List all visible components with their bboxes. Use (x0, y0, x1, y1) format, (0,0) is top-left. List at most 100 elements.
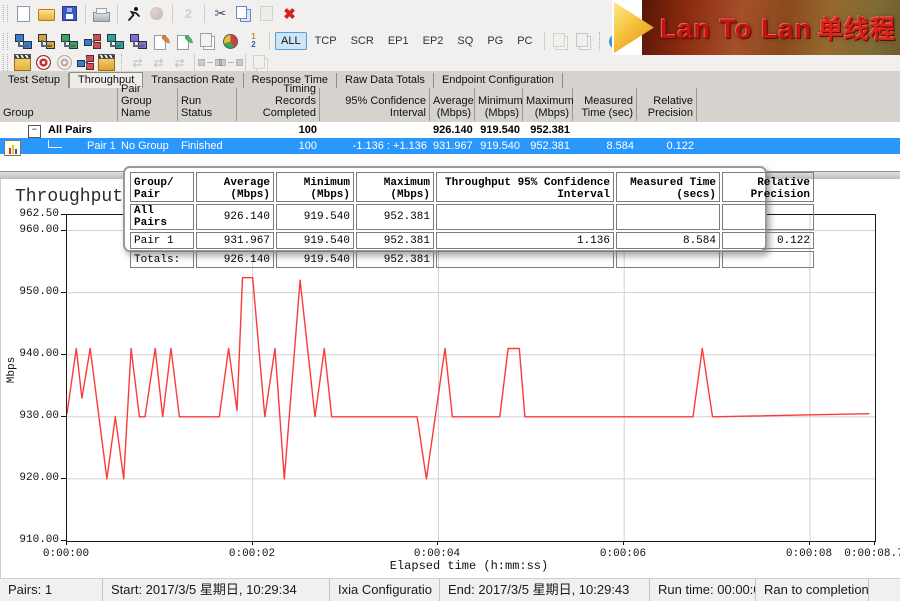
protocol-filter-ep2[interactable]: EP2 (417, 32, 450, 50)
protocol-filter-tcp[interactable]: TCP (309, 32, 343, 50)
column-header-run-status[interactable]: Run Status (178, 88, 237, 121)
expand-collapse-icon[interactable]: − (28, 125, 41, 138)
column-header-group[interactable]: Group (0, 88, 118, 121)
add-voip-pair-icon[interactable] (36, 31, 57, 52)
popup-cell: 926.140 (196, 251, 274, 268)
cut-icon[interactable]: ✂ (210, 3, 231, 24)
new-console-icon[interactable] (13, 54, 32, 71)
y-tick-label: 930.00 (7, 410, 59, 422)
grid-row-all-pairs[interactable]: −All Pairs100926.140919.540952.381 (0, 122, 900, 138)
open-test-icon[interactable] (36, 3, 57, 24)
tab-raw-data-totals[interactable]: Raw Data Totals (337, 73, 434, 88)
popup-cell: 919.540 (276, 204, 354, 230)
add-pair-icon[interactable] (13, 31, 34, 52)
abort-run-icon[interactable]: ✖ (279, 3, 300, 24)
status-segment-4: Run time: 00:00:09 (650, 579, 756, 601)
y-tick-label: 910.00 (7, 534, 59, 546)
chart-options-icon[interactable] (220, 31, 241, 52)
y-tick-mark (61, 230, 66, 231)
dial-pair-icon[interactable] (34, 54, 53, 71)
popup-table: Group/ PairAverage (Mbps)Minimum (Mbps)M… (128, 170, 816, 270)
popup-cell: 0.122 (722, 232, 814, 249)
column-header-relative[interactable]: Relative Precision (637, 88, 697, 121)
protocol-filter-all[interactable]: ALL (275, 32, 307, 50)
x-tick-mark (437, 541, 438, 545)
popup-cell: 8.584 (616, 232, 720, 249)
grid-header: GroupPair Group NameRun StatusTiming Rec… (0, 88, 900, 123)
one-to-two-icon[interactable]: 12 (243, 31, 264, 52)
y-tick-label: 950.00 (7, 286, 59, 298)
column-header-minimum[interactable]: Minimum (Mbps) (475, 88, 523, 121)
tree-elbow-icon (48, 140, 62, 148)
column-header-measured[interactable]: Measured Time (sec) (573, 88, 637, 121)
print-icon[interactable] (91, 3, 112, 24)
column-header-timing-records[interactable]: Timing Records Completed (237, 88, 320, 121)
lock-config-icon (251, 54, 270, 71)
run-test-icon[interactable] (123, 3, 144, 24)
export-results-icon (573, 31, 594, 52)
column-header-95-confidence[interactable]: 95% Confidence Interval (320, 88, 430, 121)
popup-cell: 952.381 (356, 232, 434, 249)
banner-text: Lan To Lan单线程 (660, 10, 896, 46)
grid-cell: No Group (118, 138, 178, 154)
tab-test-setup[interactable]: Test Setup (0, 73, 69, 88)
toolbar-separator (269, 32, 270, 50)
y-tick-mark (61, 292, 66, 293)
add-video-multicast-icon[interactable] (105, 31, 126, 52)
voice-clap-icon[interactable] (97, 54, 116, 71)
new-test-icon[interactable] (13, 3, 34, 24)
toolbar-separator (85, 5, 86, 23)
toolbar-grip[interactable] (3, 54, 8, 71)
throughput-summary-popup[interactable]: Group/ PairAverage (Mbps)Minimum (Mbps)M… (123, 166, 767, 252)
dial-pair-disabled-icon (55, 54, 74, 71)
save-test-icon[interactable] (59, 3, 80, 24)
protocol-filter-pc[interactable]: PC (511, 32, 538, 50)
stop-test-icon (146, 3, 167, 24)
protocol-filter-ep1[interactable]: EP1 (382, 32, 415, 50)
column-header-average[interactable]: Average (Mbps) (430, 88, 475, 121)
y-tick-label: 940.00 (7, 348, 59, 360)
protocol-filter-pg[interactable]: PG (481, 32, 509, 50)
copy-icon[interactable] (233, 3, 254, 24)
toolbar-separator (245, 54, 246, 72)
y-tick-mark (61, 416, 66, 417)
popup-cell (722, 204, 814, 230)
chart-y-axis-label: Mbps (6, 357, 18, 383)
y-tick-label: 920.00 (7, 472, 59, 484)
column-header-maximum[interactable]: Maximum (Mbps) (523, 88, 573, 121)
popup-header-throughput-95-confidence: Throughput 95% Confidence Interval (436, 172, 614, 202)
popup-cell: 952.381 (356, 251, 434, 268)
edit-test-options-icon[interactable]: ✎ (174, 31, 195, 52)
y-tick-mark (61, 478, 66, 479)
lan-to-lan-banner: Lan To Lan单线程 (612, 0, 900, 55)
x-tick-label: 0:00:02 (229, 548, 275, 560)
pair-network-icon[interactable] (76, 54, 95, 71)
protocol-filter-scr[interactable]: SCR (345, 32, 380, 50)
popup-row-totals-: Totals:926.140919.540952.381 (130, 251, 814, 268)
refresh-results-icon (550, 31, 571, 52)
view-2-icon: 2 (178, 3, 199, 24)
add-hardware-pair-icon[interactable] (128, 31, 149, 52)
column-header-pair-group[interactable]: Pair Group Name (118, 88, 178, 121)
y-tick-mark (61, 354, 66, 355)
x-tick-mark (623, 541, 624, 545)
popup-cell (436, 251, 614, 268)
compare-results-icon[interactable] (197, 31, 218, 52)
add-multicast-group-icon[interactable] (82, 31, 103, 52)
popup-header-minimum: Minimum (Mbps) (276, 172, 354, 202)
grid-row-pair-1[interactable]: Pair 1No GroupFinished100-1.136 : +1.136… (0, 138, 900, 154)
toolbar-grip[interactable] (3, 5, 8, 22)
toolbar-grip[interactable] (3, 33, 8, 50)
x-tick-label: 0:00:04 (414, 548, 460, 560)
edit-run-options-icon[interactable]: ✎ (151, 31, 172, 52)
popup-cell: 931.967 (196, 232, 274, 249)
tab-endpoint-configuration[interactable]: Endpoint Configuration (434, 73, 563, 88)
grid-cell: All Pairs (45, 122, 115, 138)
popup-cell: 919.540 (276, 232, 354, 249)
grid-cell: 919.540 (475, 138, 523, 154)
x-tick-mark (809, 541, 810, 545)
add-video-pair-icon[interactable] (59, 31, 80, 52)
protocol-filter-sq[interactable]: SQ (451, 32, 479, 50)
toolbar-separator (599, 32, 601, 50)
toolbar-row-pairs: ✎✎12ALLTCPSCREP1EP2SQPGPCi✕IXIA (0, 27, 678, 55)
